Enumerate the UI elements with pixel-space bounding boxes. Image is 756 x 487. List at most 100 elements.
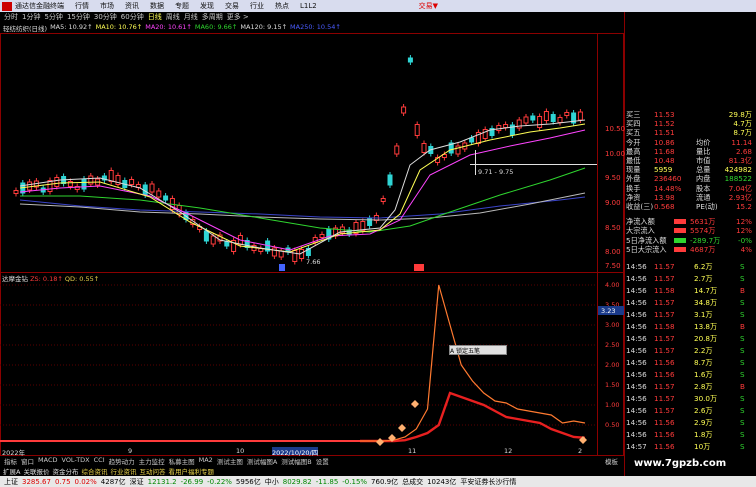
candle-body <box>380 198 386 202</box>
tick-time: 14:56 <box>626 418 647 427</box>
index-sz-label[interactable]: 深证 <box>130 477 144 487</box>
fund-flow-bar <box>674 228 686 234</box>
tab-window[interactable]: 窗口 <box>21 456 34 466</box>
tick-row: 14:56 11.57 3.1万 S <box>624 310 756 319</box>
quote-value: 10.86 <box>654 137 675 147</box>
candle-body <box>271 247 277 257</box>
tab-ma2[interactable]: MA2 <box>199 456 213 465</box>
fund-flow-bar <box>674 246 686 252</box>
index-sh-value: 3285.67 <box>22 477 51 486</box>
tick-price: 11.56 <box>654 370 675 379</box>
tick-row: 14:56 11.57 20.8万 S <box>624 334 756 343</box>
tab-template[interactable]: 模板 <box>605 456 618 466</box>
tick-row: 14:57 11.56 10万 S <box>624 442 756 451</box>
candle-body <box>163 195 169 201</box>
candle-body <box>550 114 556 122</box>
tab-private-main[interactable]: 私募主图 <box>169 456 195 466</box>
candle-body <box>129 179 135 185</box>
tick-row: 14:56 11.56 8.7万 S <box>624 358 756 367</box>
tick-time: 14:57 <box>626 442 647 451</box>
tab-fund-dist[interactable]: 资金分布 <box>52 466 78 476</box>
tick-price: 11.58 <box>654 322 675 331</box>
total-turnover-label: 总成交 <box>402 477 424 486</box>
tab-cci[interactable]: CCI <box>94 456 105 465</box>
status-bar: 上证 3285.67 0.75 0.02% 4287亿 深证 12131.2 -… <box>0 476 756 487</box>
candle-body <box>496 125 502 131</box>
tab-welfare[interactable]: 看用户福利专题 <box>168 466 214 476</box>
tab-test-main[interactable]: 测试主图 <box>217 456 243 466</box>
tab-industry-news[interactable]: 行业资讯 <box>110 466 136 476</box>
index-sh-amt: 4287亿 <box>100 477 126 486</box>
signal-box-icon <box>279 264 285 271</box>
price-tick: 9.00 <box>605 199 621 207</box>
tick-row: 14:56 11.57 2.2万 S <box>624 346 756 355</box>
tick-row: 14:56 11.57 2.8万 B <box>624 382 756 391</box>
quote-value: 14.48% <box>654 183 682 193</box>
tab-qa[interactable]: 互动问答 <box>139 466 165 476</box>
tick-price: 11.58 <box>654 286 675 295</box>
fund-flow-pct: 4% <box>740 244 752 254</box>
tab-related-quote[interactable]: 关联报价 <box>23 466 49 476</box>
tick-time: 14:56 <box>626 430 647 439</box>
tick-row: 14:56 11.57 2.7万 S <box>624 274 756 283</box>
lock-popup[interactable]: A 锁定五笔 <box>449 345 507 355</box>
fund-flow-row: 5日净流入额 -289.7万 -0% <box>624 236 756 245</box>
indicator-legend: 达摩金钻 ZS: 0.18↑ QD: 0.55↑ <box>2 273 99 283</box>
tab-test-b[interactable]: 测试幅图B <box>281 456 311 466</box>
price-tick: 9.50 <box>605 174 621 182</box>
tick-vol: 1.8万 <box>694 430 713 439</box>
tick-price: 11.57 <box>654 262 675 271</box>
fund-flow-pct: -0% <box>738 235 752 245</box>
tick-vol: 20.8万 <box>694 334 718 343</box>
tab-macd[interactable]: MACD <box>38 456 57 465</box>
tick-dir: S <box>740 310 745 319</box>
candle-body <box>54 177 60 187</box>
index-sz-value: 12131.2 <box>147 477 177 486</box>
tick-price: 11.57 <box>654 298 675 307</box>
candle-body <box>537 116 543 128</box>
tab-test-a[interactable]: 测试幅图A <box>247 456 277 466</box>
tab-news[interactable]: 综合资讯 <box>81 466 107 476</box>
xaxis-label: 11 <box>408 447 417 455</box>
quote-value-2: 188522 <box>724 174 752 184</box>
tab-indicator[interactable]: 指标 <box>4 456 17 466</box>
tab-settings[interactable]: 设置 <box>316 456 329 466</box>
indicator-tick: 0.50 <box>605 421 619 429</box>
quote-row: 现量 5959 总量 424982 <box>624 165 756 174</box>
index-sme-label[interactable]: 中小 <box>265 477 279 487</box>
low-annotation: 7.66 <box>306 258 320 266</box>
tick-dir: S <box>740 370 745 379</box>
tab-trend[interactable]: 趋势动力 <box>109 456 135 466</box>
index-sh-label[interactable]: 上证 <box>4 477 18 487</box>
range-annotation: 9.71 - 9.75 <box>478 168 513 176</box>
ma10-line <box>19 123 586 253</box>
tick-price: 11.57 <box>654 382 675 391</box>
indicator-axis: 4.00 3.50 3.00 2.50 2.00 1.50 1.00 0.50 <box>605 281 619 429</box>
signal-diamond-icon <box>376 438 384 446</box>
tick-dir: S <box>740 262 745 271</box>
xaxis-label: 10 <box>236 447 245 455</box>
candle-body <box>156 190 162 198</box>
fund-flow-bar <box>674 237 686 243</box>
tab-main-monitor[interactable]: 主力监控 <box>139 456 165 466</box>
broker-name: 平安证券长沙行情 <box>460 477 517 486</box>
fund-flow-value: 4687万 <box>690 244 716 254</box>
candle-body <box>387 174 393 186</box>
tick-vol: 30.0万 <box>694 394 718 403</box>
tick-dir: S <box>740 442 745 451</box>
candle-body <box>516 119 522 129</box>
tick-row: 14:56 11.57 2.6万 S <box>624 406 756 415</box>
tick-time: 14:56 <box>626 322 647 331</box>
tab-vol-tdx[interactable]: VOL-TDX <box>61 456 89 465</box>
quote-value-2: 2.68 <box>735 146 752 156</box>
tick-dir: S <box>740 430 745 439</box>
tick-vol: 13.8万 <box>694 322 718 331</box>
extension-tabs: 扩展A 关联报价 资金分布 综合资讯 行业资讯 互动问答 看用户福利专题 <box>0 466 624 476</box>
tick-price: 11.57 <box>654 406 675 415</box>
tick-price: 11.57 <box>654 394 675 403</box>
index-sh-chg: 0.75 <box>54 477 71 486</box>
fund-flow-label: 5日大宗流入 <box>626 244 667 254</box>
tab-ext-a[interactable]: 扩展A <box>3 466 20 476</box>
quote-row: 买五 11.51 8.7万 <box>624 128 756 137</box>
tick-vol: 2.6万 <box>694 406 713 415</box>
